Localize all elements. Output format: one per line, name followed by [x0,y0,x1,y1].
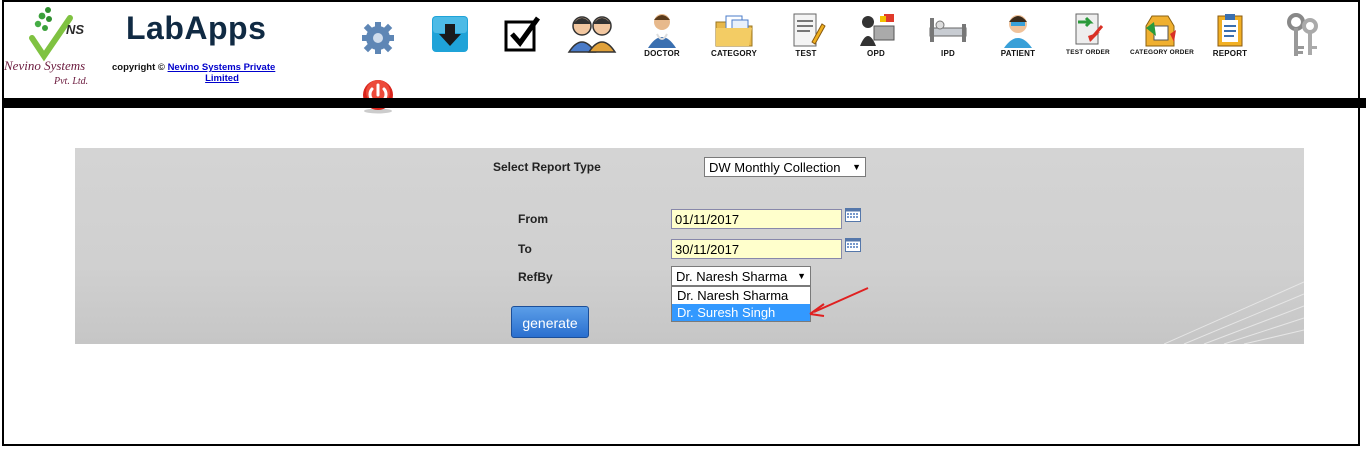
toolbar-label: DOCTOR [644,49,680,58]
toolbar-download[interactable] [420,12,480,72]
report-type-select[interactable]: DW Monthly Collection ▼ [704,157,866,177]
logo-pvt-text: Pvt. Ltd. [54,76,89,87]
refby-label: RefBy [518,270,553,284]
toolbar-ipd[interactable]: IPD [918,12,978,72]
report-icon [1217,14,1243,47]
chevron-down-icon: ▼ [797,271,806,281]
to-date-input[interactable] [671,239,842,259]
toolbar-label: PATIENT [1000,49,1036,58]
toolbar-report[interactable]: REPORT [1200,12,1260,72]
refby-option-selected[interactable]: Dr. Suresh Singh [672,304,810,321]
toolbar-label: TEST [795,49,817,58]
folder-icon [715,15,753,47]
toolbar-checklist[interactable] [492,12,552,72]
logo-ns-text: NS [66,22,85,37]
download-icon [432,16,468,52]
app-title: LabApps [126,10,267,46]
refby-dropdown-list: Dr. Naresh Sharma Dr. Suresh Singh [671,286,811,322]
from-date-input[interactable] [671,209,842,229]
gear-icon [362,22,394,54]
keys-icon [1287,13,1318,56]
bed-icon [929,18,967,42]
toolbar-label: TEST ORDER [1066,49,1110,56]
toolbar-settings[interactable] [348,12,408,72]
toolbar-label: CATEGORY [710,49,758,58]
toolbar-opd[interactable]: OPD [846,12,906,72]
toolbar-label: IPD [941,49,955,58]
refby-select[interactable]: Dr. Naresh Sharma ▼ [671,266,811,286]
refby-value: Dr. Naresh Sharma [676,269,788,284]
annotation-arrow-icon [809,287,869,317]
logo-company-text: Nevino Systems [4,58,86,73]
from-label: From [518,212,548,226]
test-order-icon [1075,13,1104,45]
patient-icon [1004,15,1032,48]
toolbar-category-order[interactable]: CATEGORY ORDER [1130,12,1195,72]
to-label: To [518,242,532,256]
toolbar-doctor[interactable]: DOCTOR [632,12,692,72]
users-icon [567,16,617,53]
report-type-value: DW Monthly Collection [709,160,841,175]
toolbar-users[interactable] [562,12,622,72]
calendar-icon[interactable] [845,208,861,222]
toolbar-keys[interactable] [1272,12,1332,72]
power-icon [363,80,393,114]
report-form-panel: Select Report Type DW Monthly Collection… [75,148,1304,344]
calendar-icon[interactable] [845,238,861,252]
toolbar-patient[interactable]: PATIENT [988,12,1048,72]
toolbar-label: CATEGORY ORDER [1130,49,1195,56]
toolbar-label: REPORT [1212,49,1248,58]
report-type-label: Select Report Type [493,160,601,174]
refby-option[interactable]: Dr. Naresh Sharma [672,287,810,304]
document-pencil-icon [793,13,826,47]
generate-button[interactable]: generate [511,306,589,338]
toolbar-test[interactable]: TEST [776,12,836,72]
toolbar-test-order[interactable]: TEST ORDER [1058,12,1118,72]
checkbox-icon [504,16,541,52]
toolbar-category[interactable]: CATEGORY [704,12,764,72]
chevron-down-icon: ▼ [852,162,861,172]
logout-button[interactable] [360,78,396,114]
panel-decoration [1164,281,1304,344]
copyright-prefix: copyright © [112,62,165,73]
toolbar-label: OPD [867,49,885,58]
copyright-text: copyright © Nevino Systems Private Limite… [112,62,292,84]
doctor-icon [648,14,676,48]
opd-icon [860,14,895,46]
header-divider-bar [2,98,1366,108]
category-order-icon [1145,15,1176,47]
company-logo: NS Nevino Systems Pvt. Ltd. [4,4,100,90]
